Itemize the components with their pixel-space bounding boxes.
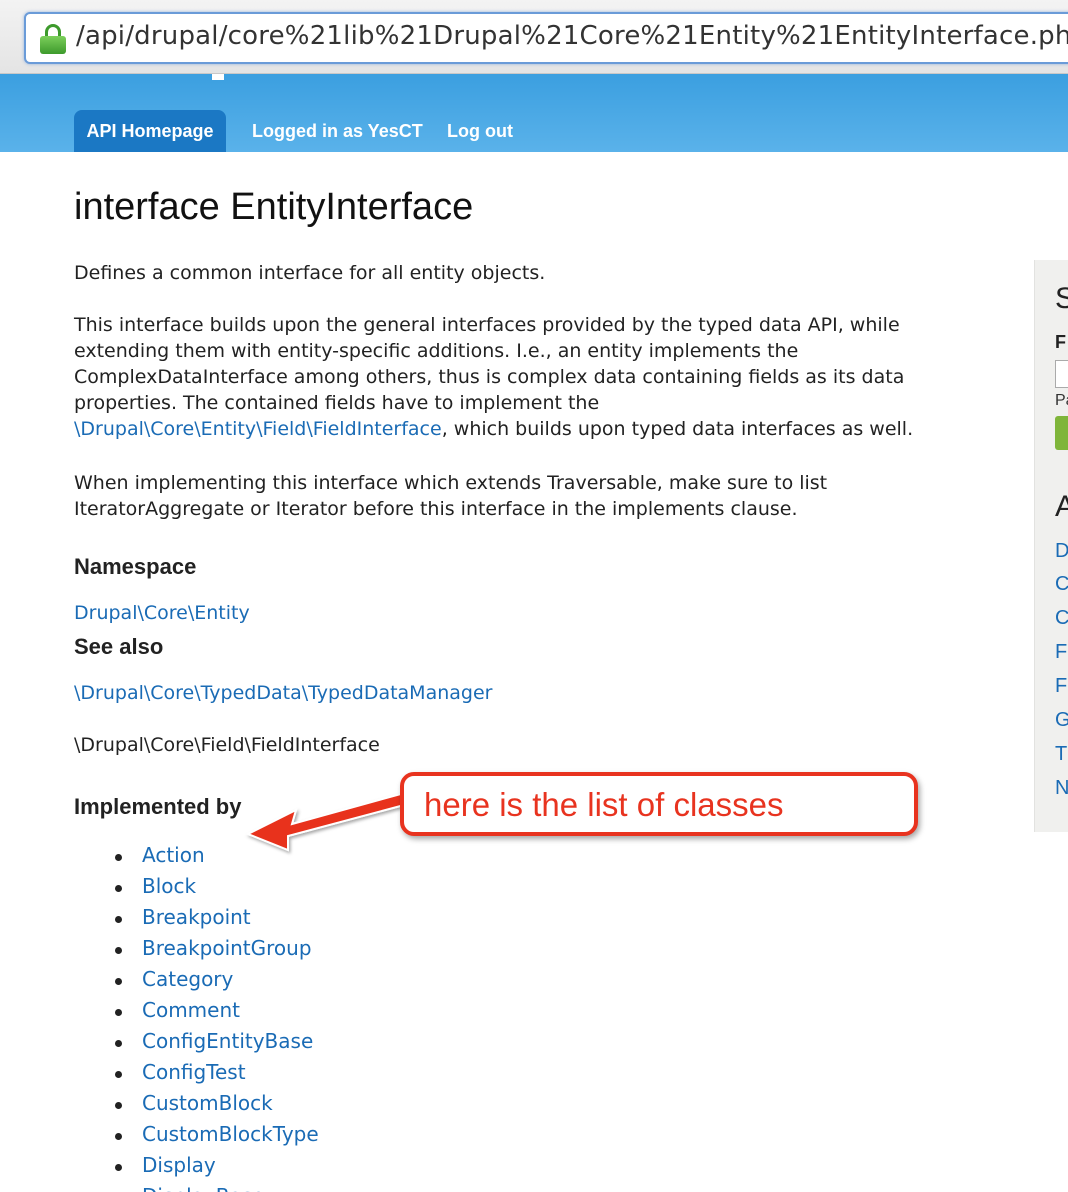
list-item[interactable]: DisplayBase bbox=[112, 1181, 319, 1192]
traversable-note: When implementing this interface which e… bbox=[74, 472, 828, 520]
list-item[interactable]: CustomBlockType bbox=[112, 1119, 319, 1150]
lock-icon bbox=[40, 24, 66, 54]
sidebar-link[interactable]: N bbox=[1055, 777, 1068, 800]
sidebar-link[interactable]: C bbox=[1055, 607, 1068, 630]
chrome-edge bbox=[0, 0, 18, 74]
list-item[interactable]: CustomBlock bbox=[112, 1088, 319, 1119]
intro-text: Defines a common interface for all entit… bbox=[74, 262, 546, 284]
site-header: API Homepage Logged in as YesCT Log out bbox=[0, 74, 1068, 152]
list-item[interactable]: ConfigTest bbox=[112, 1057, 319, 1088]
list-item[interactable]: BreakpointGroup bbox=[112, 933, 319, 964]
namespace-link[interactable]: Drupal\Core\Entity bbox=[74, 602, 250, 624]
see-also-heading: See also bbox=[74, 634, 164, 659]
list-item[interactable]: ConfigEntityBase bbox=[112, 1026, 319, 1057]
description-text-2: , which builds upon typed data interface… bbox=[441, 418, 914, 440]
address-bar[interactable]: /api/drupal/core%21lib%21Drupal%21Core%2… bbox=[24, 12, 1068, 64]
search-input[interactable] bbox=[1055, 360, 1068, 388]
logout-link[interactable]: Log out bbox=[447, 110, 513, 152]
page-title: interface EntityInterface bbox=[74, 186, 474, 228]
implemented-by-heading: Implemented by bbox=[74, 794, 242, 819]
list-item[interactable]: Comment bbox=[112, 995, 319, 1026]
description-text: This interface builds upon the general i… bbox=[74, 314, 905, 414]
list-item[interactable]: Breakpoint bbox=[112, 902, 319, 933]
sidebar-link[interactable]: Fi bbox=[1055, 641, 1068, 664]
list-item[interactable]: Display bbox=[112, 1150, 319, 1181]
sidebar-heading-2: A bbox=[1055, 490, 1068, 524]
logged-in-link[interactable]: Logged in as YesCT bbox=[252, 110, 423, 152]
browser-toolbar: /api/drupal/core%21lib%21Drupal%21Core%2… bbox=[0, 0, 1068, 74]
sidebar-link[interactable]: T bbox=[1055, 743, 1067, 766]
sidebar-label-2: Pa bbox=[1055, 392, 1068, 409]
sidebar-link[interactable]: C bbox=[1055, 573, 1068, 596]
list-item[interactable]: Block bbox=[112, 871, 319, 902]
search-button[interactable] bbox=[1055, 416, 1068, 450]
typed-data-manager-link[interactable]: \Drupal\Core\TypedData\TypedDataManager bbox=[74, 682, 492, 704]
sidebar-heading: S bbox=[1055, 282, 1068, 316]
tab-api-homepage[interactable]: API Homepage bbox=[74, 110, 226, 152]
sidebar-link[interactable]: G bbox=[1055, 709, 1068, 732]
list-item[interactable]: Category bbox=[112, 964, 319, 995]
implemented-by-list: Action Block Breakpoint BreakpointGroup … bbox=[112, 840, 319, 1192]
annotation-arrow-icon bbox=[245, 790, 409, 852]
sidebar-link[interactable]: Fu bbox=[1055, 675, 1068, 698]
url-text[interactable]: /api/drupal/core%21lib%21Drupal%21Core%2… bbox=[76, 21, 1068, 51]
header-mark bbox=[212, 74, 224, 80]
sidebar-label: F bbox=[1055, 332, 1066, 352]
sidebar: S F Pa A D C C Fi Fu G T N bbox=[1034, 260, 1068, 832]
sidebar-link[interactable]: D bbox=[1055, 540, 1068, 563]
description-paragraph: This interface builds upon the general i… bbox=[74, 312, 964, 442]
annotation-text: here is the list of classes bbox=[424, 786, 784, 823]
annotation-callout: here is the list of classes bbox=[400, 772, 918, 836]
namespace-heading: Namespace bbox=[74, 554, 197, 579]
field-interface-link[interactable]: \Drupal\Core\Entity\Field\FieldInterface bbox=[74, 418, 442, 440]
field-interface-text: \Drupal\Core\Field\FieldInterface bbox=[74, 734, 380, 756]
